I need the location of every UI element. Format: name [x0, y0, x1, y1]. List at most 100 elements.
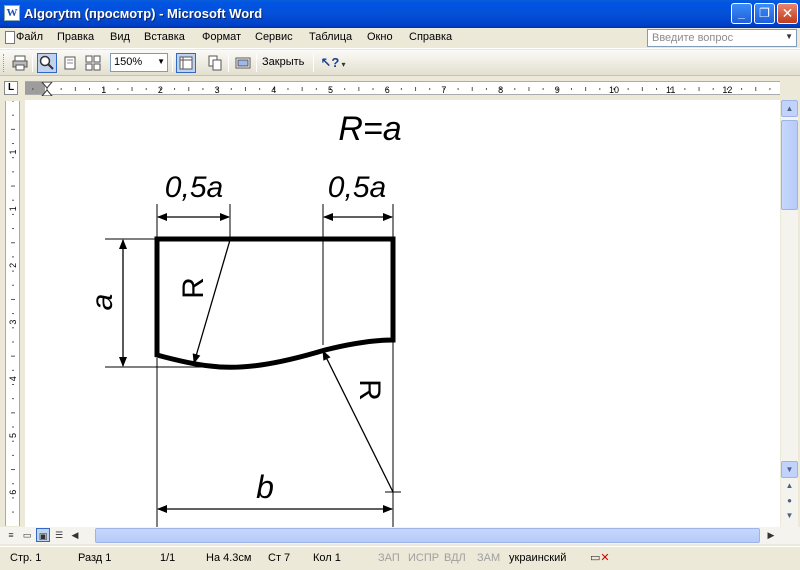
horizontal-scrollbar[interactable]: ≡ ▭ ▣ ☰ ◀ ▶ [0, 527, 800, 544]
technical-drawing: R=a 0,5a 0,5a a R R b [86, 110, 402, 527]
zoom-select[interactable]: 150% ▼ [110, 53, 168, 72]
ruler-number: 10 [609, 85, 619, 95]
scroll-down-button[interactable]: ▼ [781, 461, 798, 478]
status-line[interactable]: Ст 7 [268, 552, 290, 564]
outline-view-icon[interactable]: ☰ [52, 528, 66, 542]
tab-selector[interactable]: L [4, 81, 18, 95]
ruler-number: 2 [158, 85, 163, 95]
restore-button[interactable]: ❐ [754, 3, 775, 24]
help-question-input[interactable]: Введите вопрос ▼ [647, 29, 797, 47]
window-title: Algorytm (просмотр) - Microsoft Word [24, 6, 263, 21]
help-question-placeholder: Введите вопрос [652, 32, 734, 44]
radius-label-lower: R [353, 379, 386, 401]
menu-table[interactable]: Таблица [309, 31, 352, 43]
status-pages[interactable]: 1/1 [160, 552, 175, 564]
horizontal-ruler[interactable]: 1123456789101112 [25, 81, 780, 96]
zoom-value: 150% [114, 56, 143, 68]
shrink-to-fit-icon[interactable] [205, 53, 225, 73]
menu-window[interactable]: Окно [367, 31, 393, 43]
ruler-number: 5 [8, 433, 18, 438]
toolbar-separator [172, 54, 173, 72]
radius-line-upper [192, 239, 231, 364]
ruler-number: 9 [555, 85, 560, 95]
ruler-row: L 1123456789101112 [0, 77, 800, 99]
ruler-scale: 1123456789101112 [32, 82, 771, 96]
status-track-changes[interactable]: ИСПР [408, 552, 439, 564]
multiple-pages-icon[interactable] [83, 53, 103, 73]
menu-file[interactable]: Файл [16, 31, 43, 43]
ruler-number: 5 [328, 85, 333, 95]
ruler-number: 8 [498, 85, 503, 95]
toolbar-grip[interactable] [3, 54, 6, 72]
magnifier-icon[interactable] [37, 53, 57, 73]
dimension-label-side: a [86, 294, 119, 311]
status-page[interactable]: Стр. 1 [10, 552, 41, 564]
zoom-dropdown-arrow-icon[interactable]: ▼ [157, 57, 165, 66]
scroll-left-button[interactable]: ◀ [68, 528, 82, 542]
radius-line-lower [322, 350, 394, 493]
minimize-button[interactable]: _ [731, 3, 752, 24]
formula-text: R=a [338, 110, 401, 148]
menu-help[interactable]: Справка [409, 31, 452, 43]
view-ruler-icon[interactable] [176, 53, 196, 73]
document-icon[interactable] [5, 31, 15, 44]
vertical-scroll-thumb[interactable] [781, 120, 798, 210]
status-extend-selection[interactable]: ВДЛ [444, 552, 466, 564]
next-page-button[interactable]: ▼ [781, 508, 798, 525]
status-section[interactable]: Разд 1 [78, 552, 111, 564]
menu-edit[interactable]: Правка [57, 31, 94, 43]
status-position[interactable]: На 4.3см [206, 552, 251, 564]
scroll-up-button[interactable]: ▲ [781, 100, 798, 117]
horizontal-scroll-thumb[interactable] [95, 528, 760, 543]
normal-view-icon[interactable]: ≡ [4, 528, 18, 542]
status-column[interactable]: Кол 1 [313, 552, 341, 564]
ruler-number: 3 [215, 85, 220, 95]
context-help-icon[interactable]: ↖? ▾ [318, 53, 348, 73]
ruler-number: 1 [8, 149, 18, 154]
close-preview-button[interactable]: Закрыть [262, 56, 304, 68]
status-overtype[interactable]: ЗАМ [477, 552, 500, 564]
ruler-number: 12 [722, 85, 732, 95]
full-screen-icon[interactable] [233, 53, 253, 73]
scroll-right-button[interactable]: ▶ [764, 528, 778, 542]
document-page[interactable]: R=a 0,5a 0,5a a R R b [25, 100, 780, 527]
ruler-number: 2 [8, 263, 18, 268]
ruler-number: 7 [441, 85, 446, 95]
toolbar-separator [313, 54, 314, 72]
ruler-number: 3 [8, 320, 18, 325]
menu-view[interactable]: Вид [110, 31, 130, 43]
web-layout-icon[interactable]: ▭ [20, 528, 34, 542]
ruler-number: 6 [385, 85, 390, 95]
print-layout-icon[interactable]: ▣ [36, 528, 50, 542]
status-record-macro[interactable]: ЗАП [378, 552, 400, 564]
toolbar-separator [228, 54, 229, 72]
one-page-icon[interactable] [60, 53, 80, 73]
ruler-number: 1 [8, 206, 18, 211]
menu-bar: Файл Правка Вид Вставка Формат Сервис Та… [0, 28, 800, 49]
vertical-ruler[interactable]: 11234567 [5, 100, 20, 551]
status-bar: Стр. 1 Разд 1 1/1 На 4.3см Ст 7 Кол 1 ЗА… [0, 546, 800, 570]
status-language[interactable]: украинский [509, 552, 566, 564]
ruler-number: 4 [271, 85, 276, 95]
vertical-scrollbar[interactable]: ▲ ▼ ▲ ● ▼ [781, 100, 798, 527]
shape-outline [154, 236, 396, 370]
toolbar-separator [256, 54, 257, 72]
print-preview-toolbar: 150% ▼ Закрыть ↖? ▾ [0, 50, 800, 76]
dimension-label-top-left: 0,5a [165, 171, 223, 204]
menu-format[interactable]: Формат [202, 31, 241, 43]
ruler-number: 11 [666, 85, 675, 95]
word-app-icon[interactable]: W [4, 5, 20, 21]
close-button[interactable]: ✕ [777, 3, 798, 24]
menu-tools[interactable]: Сервис [255, 31, 293, 43]
dimension-label-bottom: b [256, 469, 274, 505]
ruler-number: 6 [8, 490, 18, 495]
ruler-number: 4 [8, 376, 18, 381]
radius-label-upper: R [177, 277, 210, 299]
dropdown-arrow-icon[interactable]: ▼ [785, 32, 793, 41]
menu-insert[interactable]: Вставка [144, 31, 185, 43]
ruler-number: 1 [101, 85, 106, 95]
dimension-label-top-right: 0,5a [328, 171, 386, 204]
ruler-scale: 11234567 [8, 100, 18, 551]
spelling-check-icon[interactable]: ▭✕ [590, 551, 610, 565]
print-icon[interactable] [10, 53, 30, 73]
